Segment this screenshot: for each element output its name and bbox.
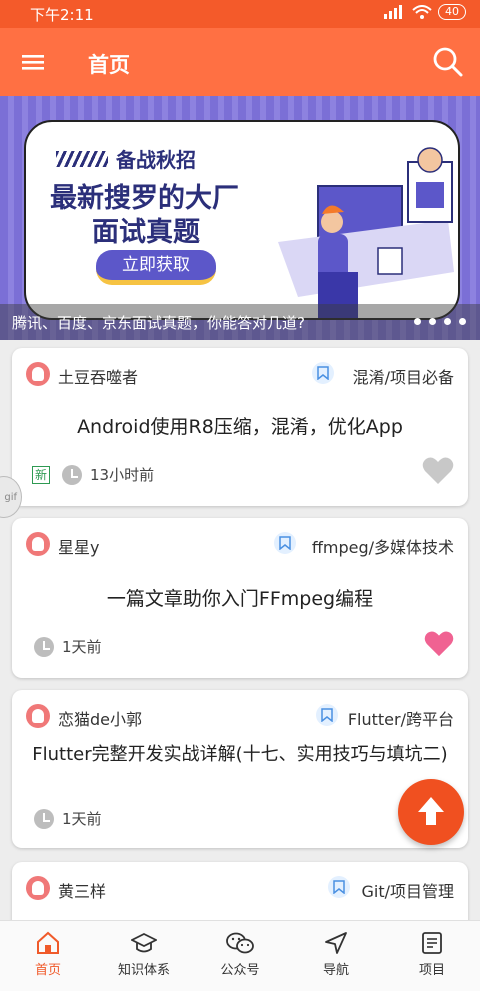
article-title[interactable]: Android使用R8压缩，混淆，优化App xyxy=(28,414,452,440)
clock-icon xyxy=(62,464,83,485)
article-time: 1天前 xyxy=(62,810,102,828)
bookmark-icon xyxy=(316,704,338,726)
clock-icon xyxy=(34,636,54,657)
menu-icon[interactable] xyxy=(18,48,50,76)
home-icon xyxy=(37,931,59,954)
article-time: 13小时前 xyxy=(90,466,155,484)
scroll-to-top-button[interactable] xyxy=(398,779,464,845)
stripes-decoration xyxy=(56,150,108,167)
nav-label: 项目 xyxy=(418,963,445,978)
heart-icon[interactable] xyxy=(424,630,454,658)
banner-headline-2: 面试真题 xyxy=(92,217,200,248)
avatar xyxy=(26,532,50,556)
carousel-indicator xyxy=(414,318,466,325)
status-bar: 下午2:11 40 xyxy=(0,0,480,28)
project-icon xyxy=(422,932,442,954)
office-illustration-icon xyxy=(278,147,454,318)
nav-tab-navigation[interactable]: 导航 xyxy=(288,931,384,978)
banner-subtitle-text: 备战秋招 xyxy=(116,148,196,172)
bookmark-icon xyxy=(274,532,296,554)
bottom-navigation: 首页 知识体系 公众号 导航 项目 xyxy=(0,920,480,991)
article-category[interactable]: Git/项目管理 xyxy=(361,878,454,902)
article-meta: 1天前 xyxy=(34,636,102,657)
status-time: 下午2:11 xyxy=(30,6,94,24)
article-title[interactable]: Flutter完整开发实战详解(十七、实用技巧与填坑二) xyxy=(28,742,452,768)
graduation-cap-icon xyxy=(131,932,157,953)
article-category[interactable]: Flutter/跨平台 xyxy=(348,706,454,730)
bookmark-icon xyxy=(328,876,350,898)
banner-caption: 腾讯、百度、京东面试真题，你能答对几道? xyxy=(12,314,305,332)
banner-caption-bar: 腾讯、百度、京东面试真题，你能答对几道? xyxy=(0,304,480,340)
status-icons: 40 xyxy=(384,4,466,20)
nav-label: 导航 xyxy=(322,963,349,978)
page-title: 首页 xyxy=(88,53,130,77)
article-author: 星星y xyxy=(58,538,100,557)
arrow-up-icon xyxy=(418,797,444,825)
article-category[interactable]: 混淆/项目必备 xyxy=(353,364,454,388)
article-card[interactable]: 土豆吞噬者 混淆/项目必备 Android使用R8压缩，混淆，优化App 新 1… xyxy=(12,348,468,506)
carousel-dot xyxy=(459,318,466,325)
article-meta: 1天前 xyxy=(34,808,102,829)
nav-label: 首页 xyxy=(34,963,61,978)
heart-icon[interactable] xyxy=(422,456,454,486)
banner-image[interactable]: 备战秋招 最新搜罗的大厂 面试真题 立即获取 xyxy=(24,120,460,320)
nav-label: 知识体系 xyxy=(117,963,170,978)
article-author: 土豆吞噬者 xyxy=(58,368,139,387)
banner-carousel[interactable]: 备战秋招 最新搜罗的大厂 面试真题 立即获取 腾讯、百度、京东面试真题，你能答对… xyxy=(0,96,480,340)
new-badge: 新 xyxy=(32,465,51,484)
avatar xyxy=(26,704,50,728)
carousel-dot xyxy=(444,318,451,325)
avatar xyxy=(26,876,50,900)
nav-tab-project[interactable]: 项目 xyxy=(384,931,480,978)
nav-tab-knowledge[interactable]: 知识体系 xyxy=(96,931,192,978)
signal-icon xyxy=(384,5,402,19)
article-author: 恋猫de小郭 xyxy=(58,710,143,729)
carousel-dot xyxy=(429,318,436,325)
nav-tab-home[interactable]: 首页 xyxy=(0,931,96,978)
banner-subtitle: 备战秋招 xyxy=(56,144,196,173)
nav-tab-wechat[interactable]: 公众号 xyxy=(192,931,288,978)
article-card[interactable]: 星星y ffmpeg/多媒体技术 一篇文章助你入门FFmpeg编程 1天前 xyxy=(12,518,468,678)
app-toolbar: 首页 xyxy=(0,28,480,96)
article-author: 黄三样 xyxy=(58,882,107,901)
article-category[interactable]: ffmpeg/多媒体技术 xyxy=(312,534,454,558)
clock-icon xyxy=(34,808,54,829)
article-meta: 新 13小时前 xyxy=(32,464,154,485)
bookmark-icon xyxy=(312,362,334,384)
wifi-icon xyxy=(412,4,432,19)
carousel-dot xyxy=(414,318,421,325)
article-title[interactable]: 一篇文章助你入门FFmpeg编程 xyxy=(28,586,452,612)
banner-cta-button[interactable]: 立即获取 xyxy=(96,250,216,285)
avatar xyxy=(26,362,50,386)
wechat-icon xyxy=(226,932,254,954)
navigation-icon xyxy=(325,932,347,954)
nav-label: 公众号 xyxy=(220,963,260,978)
article-time: 1天前 xyxy=(62,638,102,656)
search-icon[interactable] xyxy=(430,44,466,80)
battery-level: 40 xyxy=(438,4,466,20)
